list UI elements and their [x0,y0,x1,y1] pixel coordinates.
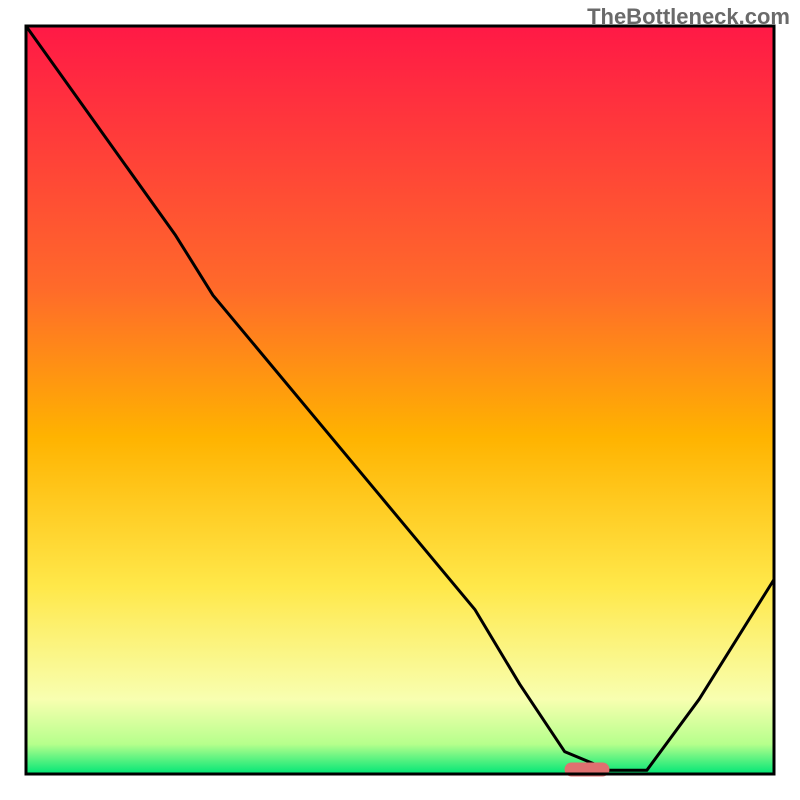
chart-svg [0,0,800,800]
chart-background [26,26,774,774]
bottleneck-chart [0,0,800,800]
watermark-text: TheBottleneck.com [587,4,790,30]
